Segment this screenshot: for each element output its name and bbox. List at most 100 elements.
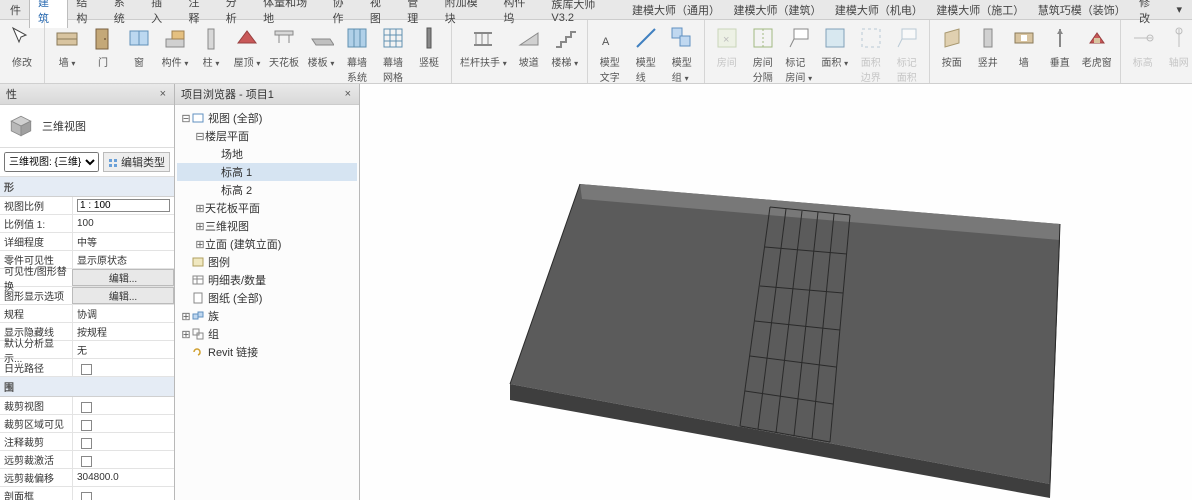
- property-value[interactable]: [72, 487, 174, 500]
- tool-label: 房间: [717, 54, 737, 69]
- tree-node[interactable]: 标高 1: [177, 163, 357, 181]
- tree-node[interactable]: 标高 2: [177, 181, 357, 199]
- tool-model-group[interactable]: 模型组 ▾: [664, 22, 700, 84]
- tool-mullion[interactable]: 竖梃: [411, 22, 447, 71]
- property-value[interactable]: [72, 451, 174, 468]
- property-value[interactable]: 按规程: [72, 323, 174, 340]
- tool-stairs[interactable]: 楼梯 ▾: [547, 22, 583, 71]
- vertical-icon: [1046, 24, 1074, 52]
- tree-node[interactable]: 图例: [177, 253, 357, 271]
- tool-door[interactable]: 门: [85, 22, 121, 71]
- property-value[interactable]: 中等: [72, 233, 174, 250]
- tree-node-label: 标高 2: [221, 182, 252, 198]
- expand-icon[interactable]: ⊞: [181, 328, 191, 341]
- tool-model-line[interactable]: 模型线: [628, 22, 664, 84]
- property-row: 剖面框: [0, 487, 174, 500]
- tool-label: 竖梃: [419, 54, 439, 69]
- tree-node[interactable]: ⊞族: [177, 307, 357, 325]
- tool-area[interactable]: 面积 ▾: [817, 22, 853, 71]
- tab-bm-const[interactable]: 建模大师（施工）: [928, 0, 1029, 20]
- property-value[interactable]: [72, 433, 174, 450]
- tool-room-sep[interactable]: 房间分隔: [745, 22, 781, 84]
- checkbox[interactable]: [81, 492, 92, 500]
- expand-icon[interactable]: ⊞: [195, 220, 205, 233]
- tool-wall[interactable]: 墙 ▾: [49, 22, 85, 71]
- property-value[interactable]: [72, 397, 174, 414]
- tab-bm-mep[interactable]: 建模大师（机电）: [827, 0, 928, 20]
- tool-window[interactable]: 窗: [121, 22, 157, 71]
- property-value[interactable]: 304800.0: [72, 469, 174, 486]
- tool-tag-room[interactable]: 标记房间 ▾: [781, 22, 817, 84]
- tab-bm-general[interactable]: 建模大师（通用）: [624, 0, 725, 20]
- property-group-header[interactable]: 形: [0, 177, 174, 197]
- tab-hz[interactable]: 慧筑巧模（装饰）: [1030, 0, 1131, 20]
- tool-railing[interactable]: 栏杆扶手 ▾: [456, 22, 511, 71]
- tree-node[interactable]: 图纸 (全部): [177, 289, 357, 307]
- chevron-down-icon: ▾: [256, 59, 260, 68]
- property-edit-button[interactable]: 编辑...: [72, 287, 174, 304]
- tool-floor[interactable]: 楼板 ▾: [303, 22, 339, 71]
- collapse-icon[interactable]: ⊟: [195, 130, 205, 143]
- checkbox[interactable]: [81, 364, 92, 375]
- expand-icon[interactable]: ⊞: [195, 238, 205, 251]
- tool-roof[interactable]: 屋顶 ▾: [229, 22, 265, 71]
- tool-curtain-sys[interactable]: 幕墙系统: [339, 22, 375, 84]
- expand-icon[interactable]: ⊞: [195, 202, 205, 215]
- tag-room-icon: [785, 24, 813, 52]
- edit-type-button[interactable]: 编辑类型: [103, 152, 170, 172]
- tool-model-text[interactable]: A模型文字: [592, 22, 628, 84]
- type-selector-header[interactable]: 三维视图: [0, 105, 174, 148]
- tree-node[interactable]: Revit 链接: [177, 343, 357, 361]
- property-input[interactable]: [77, 199, 170, 212]
- tree-node[interactable]: ⊞三维视图: [177, 217, 357, 235]
- property-value[interactable]: [72, 197, 174, 214]
- property-value[interactable]: [72, 359, 174, 376]
- tool-wall-op[interactable]: 墙: [1006, 22, 1042, 71]
- property-value[interactable]: 无: [72, 341, 174, 358]
- tool-modify[interactable]: 修改: [4, 22, 40, 71]
- property-group-header[interactable]: 围: [0, 377, 174, 397]
- tab-overflow-icon[interactable]: ▾: [1169, 1, 1191, 18]
- tree-node[interactable]: ⊟楼层平面: [177, 127, 357, 145]
- tree-node[interactable]: ⊞组: [177, 325, 357, 343]
- property-value[interactable]: 显示原状态: [72, 251, 174, 268]
- tool-dormer[interactable]: 老虎窗: [1078, 22, 1116, 71]
- tree-node[interactable]: ⊞立面 (建筑立面): [177, 235, 357, 253]
- drawing-canvas[interactable]: [360, 84, 1192, 500]
- checkbox[interactable]: [81, 456, 92, 467]
- collapse-icon[interactable]: ⊟: [181, 112, 191, 125]
- tree-node[interactable]: ⊟视图 (全部): [177, 109, 357, 127]
- tool-column[interactable]: 柱 ▾: [193, 22, 229, 71]
- tool-label: 老虎窗: [1082, 54, 1112, 69]
- property-edit-button[interactable]: 编辑...: [72, 269, 174, 286]
- checkbox[interactable]: [81, 438, 92, 449]
- instance-dropdown[interactable]: 三维视图: {三维}: [4, 152, 99, 172]
- tool-component[interactable]: 构件 ▾: [157, 22, 193, 71]
- tool-label: 楼梯 ▾: [551, 54, 578, 69]
- tool-curtain-grid[interactable]: 幕墙网格: [375, 22, 411, 84]
- browser-tree: ⊟视图 (全部)⊟楼层平面场地标高 1标高 2⊞天花板平面⊞三维视图⊞立面 (建…: [175, 105, 359, 500]
- tool-shaft[interactable]: 竖井: [970, 22, 1006, 71]
- expand-icon[interactable]: ⊞: [181, 310, 191, 323]
- tool-ramp[interactable]: 坡道: [511, 22, 547, 71]
- tree-node-label: Revit 链接: [208, 344, 258, 360]
- tool-ceiling[interactable]: 天花板: [265, 22, 303, 71]
- tab-bm-arch[interactable]: 建模大师（建筑）: [725, 0, 826, 20]
- tool-vertical[interactable]: 垂直: [1042, 22, 1078, 71]
- close-icon[interactable]: ×: [343, 88, 353, 100]
- property-value[interactable]: 协调: [72, 305, 174, 322]
- tool-by-face[interactable]: 按面: [934, 22, 970, 71]
- tool-label: 轴网: [1169, 54, 1189, 69]
- curtain-grid-icon: [379, 24, 407, 52]
- tab-file[interactable]: 件: [2, 0, 29, 20]
- close-icon[interactable]: ×: [158, 88, 168, 100]
- checkbox[interactable]: [81, 420, 92, 431]
- tree-node[interactable]: 明细表/数量: [177, 271, 357, 289]
- tree-node[interactable]: 场地: [177, 145, 357, 163]
- checkbox[interactable]: [81, 402, 92, 413]
- property-value[interactable]: 100: [72, 215, 174, 232]
- tool-label: 墙 ▾: [59, 54, 76, 69]
- chevron-down-icon: ▾: [844, 59, 848, 68]
- tree-node[interactable]: ⊞天花板平面: [177, 199, 357, 217]
- property-value[interactable]: [72, 415, 174, 432]
